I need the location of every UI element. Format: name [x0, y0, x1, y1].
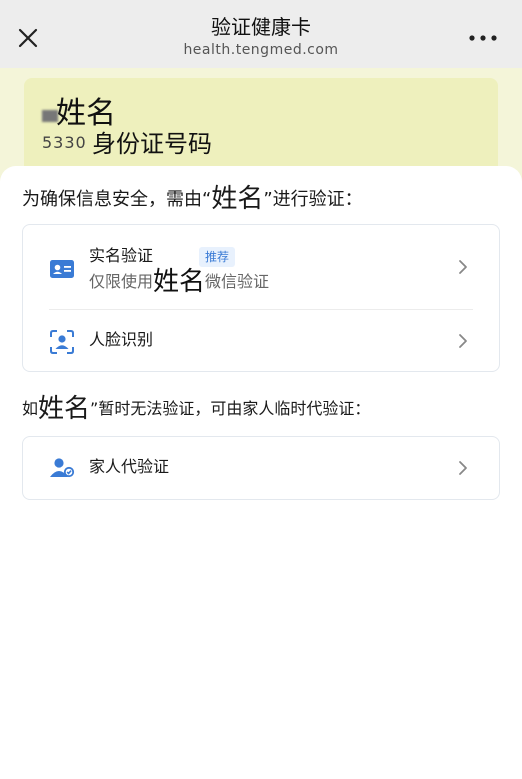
realname-verify-desc: 仅限使用姓名微信验证: [89, 269, 270, 295]
intro-suffix: ”进行验证：: [263, 189, 363, 210]
more-icon: [469, 35, 497, 41]
realname-verify-option[interactable]: 实名验证 推荐 仅限使用姓名微信验证: [23, 225, 499, 309]
page-title: 验证健康卡: [211, 15, 311, 39]
id-card-icon: [50, 260, 74, 278]
verify-intro: 为确保信息安全，需由“姓名”进行验证：: [22, 186, 363, 213]
family-hint: 如姓名”暂时无法验证，可由家人临时代验证：: [22, 396, 370, 422]
desc-prefix: 仅限使用: [89, 272, 154, 291]
chevron-right-icon: [459, 260, 467, 274]
top-bar: 验证健康卡 health.tengmed.com: [0, 0, 522, 68]
intro-prefix: 为确保信息安全，需由“: [22, 189, 212, 210]
desc-suffix: 微信验证: [205, 272, 270, 291]
title-block: 验证健康卡 health.tengmed.com: [0, 14, 522, 60]
desc-name: 姓名: [153, 267, 206, 297]
family-hint-name: 姓名: [38, 394, 91, 424]
face-scan-icon: [50, 330, 74, 354]
card-holder-name: 姓名: [56, 96, 116, 131]
family-options: 家人代验证: [22, 436, 500, 500]
card-id-number: 5330: [42, 133, 87, 152]
page-domain: health.tengmed.com: [183, 42, 339, 58]
family-hint-prefix: 如: [22, 399, 39, 418]
more-button[interactable]: [466, 24, 500, 52]
face-recognition-option[interactable]: 人脸识别: [23, 310, 499, 372]
realname-verify-label: 实名验证: [89, 246, 154, 265]
chevron-right-icon: [459, 461, 467, 475]
family-hint-suffix: ”暂时无法验证，可由家人临时代验证：: [90, 399, 371, 418]
intro-name: 姓名: [211, 184, 264, 214]
family-verify-option[interactable]: 家人代验证: [23, 437, 499, 499]
recommend-badge: 推荐: [199, 247, 236, 267]
family-icon: [50, 458, 75, 478]
card-id-label: 身份证号码: [92, 130, 212, 158]
chevron-right-icon: [459, 334, 467, 348]
verify-options: 实名验证 推荐 仅限使用姓名微信验证 人脸识别: [22, 224, 500, 372]
family-verify-label: 家人代验证: [89, 457, 170, 476]
face-recognition-label: 人脸识别: [89, 330, 154, 349]
